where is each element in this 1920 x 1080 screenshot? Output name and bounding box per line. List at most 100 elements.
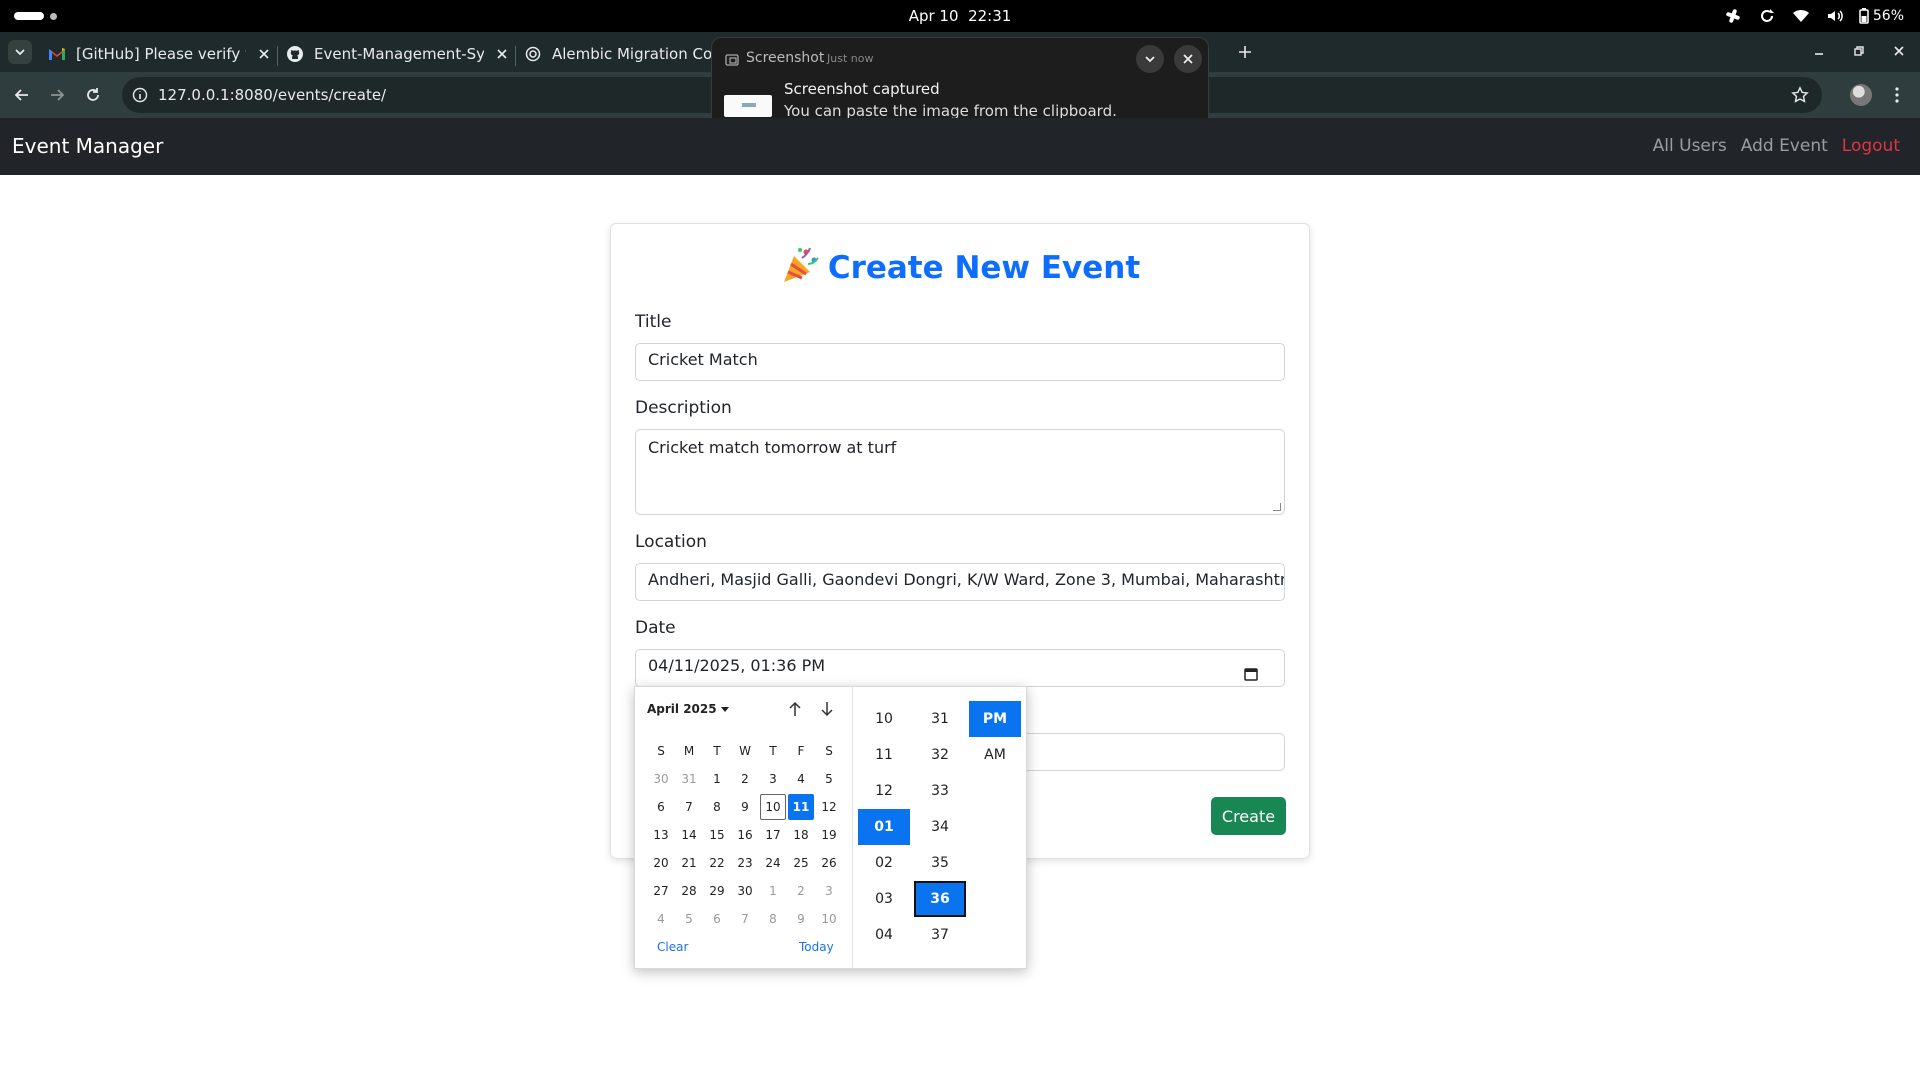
- calendar-day[interactable]: 31: [675, 765, 703, 793]
- close-icon[interactable]: [256, 46, 272, 62]
- calendar-day[interactable]: 29: [703, 877, 731, 905]
- restore-button[interactable]: [1848, 40, 1870, 62]
- calendar-day[interactable]: 3: [759, 765, 787, 793]
- calendar-day[interactable]: 30: [647, 765, 675, 793]
- calendar-day[interactable]: 20: [647, 849, 675, 877]
- calendar-day[interactable]: 5: [675, 905, 703, 933]
- title-input[interactable]: Cricket Match: [635, 343, 1285, 381]
- calendar-day-selected[interactable]: 11: [788, 794, 814, 820]
- calendar-day[interactable]: 26: [815, 849, 843, 877]
- calendar-day[interactable]: 22: [703, 849, 731, 877]
- tab-github[interactable]: Event-Management-System: [276, 36, 520, 72]
- wifi-icon[interactable]: [1791, 6, 1811, 26]
- site-info-icon[interactable]: [130, 85, 150, 105]
- close-window-button[interactable]: [1888, 40, 1910, 62]
- calendar-day[interactable]: 7: [731, 905, 759, 933]
- calendar-day[interactable]: 13: [647, 821, 675, 849]
- hour-option-selected[interactable]: 01: [858, 809, 910, 845]
- calendar-day[interactable]: 16: [731, 821, 759, 849]
- activities-button[interactable]: [14, 12, 57, 20]
- calendar-day[interactable]: 19: [815, 821, 843, 849]
- notification-close-button[interactable]: [1174, 45, 1202, 73]
- tab-gmail[interactable]: [GitHub] Please verify your: [38, 36, 282, 72]
- minute-option[interactable]: 34: [914, 809, 966, 845]
- os-clock[interactable]: Apr 10 22:31: [0, 7, 1920, 25]
- close-icon[interactable]: [494, 46, 510, 62]
- new-tab-button[interactable]: [1233, 40, 1257, 64]
- period-option-selected[interactable]: PM: [969, 701, 1021, 737]
- calendar-day[interactable]: 2: [787, 877, 815, 905]
- calendar-icon[interactable]: [1242, 665, 1260, 683]
- description-textarea[interactable]: Cricket match tomorrow at turf: [635, 429, 1285, 515]
- forward-button[interactable]: [45, 83, 69, 107]
- hour-option[interactable]: 11: [858, 737, 910, 773]
- minute-option[interactable]: 31: [914, 701, 966, 737]
- calendar-day[interactable]: 10: [815, 905, 843, 933]
- previous-month-button[interactable]: [785, 699, 805, 719]
- calendar-day[interactable]: 15: [703, 821, 731, 849]
- minute-option[interactable]: 35: [914, 845, 966, 881]
- calendar-day[interactable]: 8: [703, 793, 731, 821]
- calendar-day[interactable]: 25: [787, 849, 815, 877]
- calendar-day[interactable]: 4: [787, 765, 815, 793]
- calendar-day[interactable]: 6: [647, 793, 675, 821]
- calendar-day[interactable]: 9: [731, 793, 759, 821]
- tab-alembic[interactable]: Alembic Migration Commands: [514, 36, 732, 72]
- navbar-brand[interactable]: Event Manager: [12, 134, 163, 158]
- textarea-resize-handle[interactable]: [1273, 503, 1281, 511]
- calendar-day[interactable]: 2: [731, 765, 759, 793]
- minute-option[interactable]: 37: [914, 917, 966, 953]
- calendar-day[interactable]: 24: [759, 849, 787, 877]
- location-input[interactable]: Andheri, Masjid Galli, Gaondevi Dongri, …: [635, 563, 1285, 601]
- bookmark-star-icon[interactable]: [1790, 85, 1810, 105]
- calendar-day[interactable]: 12: [815, 793, 843, 821]
- minute-option-selected[interactable]: 36: [914, 881, 966, 917]
- nav-link-add-event[interactable]: Add Event: [1741, 136, 1828, 156]
- calendar-day[interactable]: 9: [787, 905, 815, 933]
- calendar-day[interactable]: 6: [703, 905, 731, 933]
- minute-option[interactable]: 32: [914, 737, 966, 773]
- calendar-day[interactable]: 27: [647, 877, 675, 905]
- next-month-button[interactable]: [817, 699, 837, 719]
- today-button[interactable]: Today: [799, 940, 834, 954]
- notification-expand-button[interactable]: [1136, 45, 1164, 73]
- hour-option[interactable]: 02: [858, 845, 910, 881]
- calendar-day-today[interactable]: 10: [760, 794, 786, 820]
- reload-button[interactable]: [81, 83, 105, 107]
- system-tray[interactable]: 56%: [1723, 6, 1904, 26]
- back-button[interactable]: [10, 83, 34, 107]
- tab-search-button[interactable]: [8, 40, 32, 64]
- create-button[interactable]: Create: [1211, 797, 1286, 835]
- nav-link-logout[interactable]: Logout: [1842, 136, 1900, 156]
- calendar-day[interactable]: 1: [759, 877, 787, 905]
- calendar-day[interactable]: 4: [647, 905, 675, 933]
- hour-option[interactable]: 12: [858, 773, 910, 809]
- hour-option[interactable]: 03: [858, 881, 910, 917]
- slack-icon[interactable]: [1723, 6, 1743, 26]
- minute-option[interactable]: 33: [914, 773, 966, 809]
- calendar-day[interactable]: 7: [675, 793, 703, 821]
- clear-button[interactable]: Clear: [657, 940, 688, 954]
- nav-link-all-users[interactable]: All Users: [1653, 136, 1727, 156]
- calendar-day[interactable]: 30: [731, 877, 759, 905]
- calendar-day[interactable]: 23: [731, 849, 759, 877]
- date-input[interactable]: 04/11/2025, 01:36 PM: [635, 649, 1285, 687]
- period-option[interactable]: AM: [969, 737, 1021, 773]
- calendar-day[interactable]: 21: [675, 849, 703, 877]
- minimize-button[interactable]: [1808, 40, 1830, 62]
- calendar-day[interactable]: 1: [703, 765, 731, 793]
- hour-option[interactable]: 10: [858, 701, 910, 737]
- battery-indicator[interactable]: 56%: [1859, 6, 1904, 26]
- calendar-day[interactable]: 14: [675, 821, 703, 849]
- calendar-day[interactable]: 8: [759, 905, 787, 933]
- refresh-status-icon[interactable]: [1757, 6, 1777, 26]
- calendar-day[interactable]: 3: [815, 877, 843, 905]
- profile-avatar[interactable]: [1850, 84, 1872, 106]
- hour-option[interactable]: 04: [858, 917, 910, 953]
- browser-menu-button[interactable]: [1886, 84, 1908, 106]
- month-year-selector[interactable]: April 2025: [647, 702, 729, 716]
- volume-icon[interactable]: [1825, 6, 1845, 26]
- calendar-day[interactable]: 5: [815, 765, 843, 793]
- calendar-day[interactable]: 28: [675, 877, 703, 905]
- calendar-day[interactable]: 18: [787, 821, 815, 849]
